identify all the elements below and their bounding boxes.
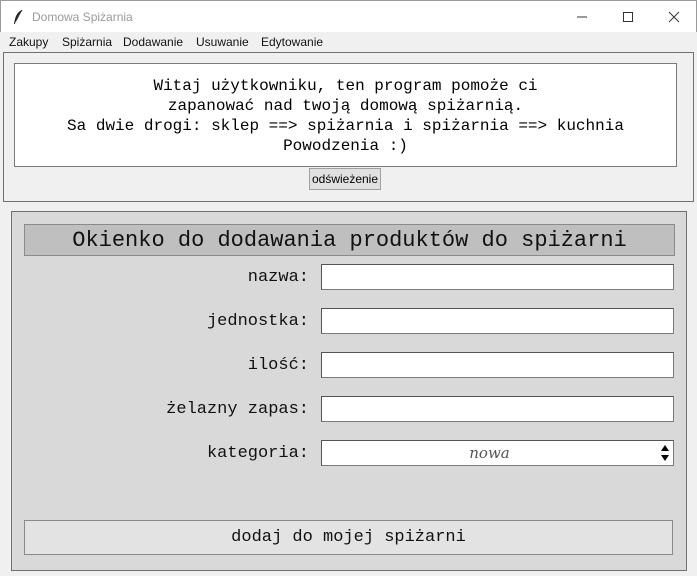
close-icon: [668, 11, 680, 22]
maximize-button[interactable]: [605, 1, 651, 32]
spin-arrows-icon[interactable]: [658, 442, 672, 464]
menu-spizarnia[interactable]: Spiżarnia: [62, 35, 112, 49]
add-to-pantry-button[interactable]: dodaj do mojej spiżarni: [24, 520, 673, 555]
unit-input[interactable]: [321, 308, 674, 334]
category-label: kategoria:: [206, 444, 309, 463]
close-button[interactable]: [651, 1, 697, 32]
category-value: nowa: [469, 444, 510, 462]
refresh-button[interactable]: odświeżenie: [309, 168, 381, 190]
unit-label: jednostka:: [206, 312, 309, 331]
welcome-line-3: Sa dwie drogi: sklep ==> spiżarnia i spi…: [67, 117, 624, 135]
welcome-line-2: zapanować nad twoją domową spiżarnią.: [167, 97, 524, 115]
welcome-frame: Witaj użytkowniku, ten program pomoże ci…: [3, 52, 694, 202]
title-bar: Domowa Spiżarnia: [0, 0, 697, 32]
welcome-line-1: Witaj użytkowniku, ten program pomoże ci: [153, 77, 538, 95]
reserve-label: żelazny zapas:: [166, 400, 309, 419]
menu-dodawanie[interactable]: Dodawanie: [123, 35, 183, 49]
maximize-icon: [623, 11, 633, 22]
category-spinbox[interactable]: nowa: [321, 440, 674, 466]
quantity-label: ilość:: [247, 356, 309, 375]
welcome-text-area[interactable]: Witaj użytkowniku, ten program pomoże ci…: [14, 63, 677, 167]
name-input[interactable]: [321, 264, 674, 290]
menu-edytowanie[interactable]: Edytowanie: [261, 35, 323, 49]
menu-usuwanie[interactable]: Usuwanie: [196, 35, 249, 49]
minimize-button[interactable]: [559, 1, 605, 32]
reserve-input[interactable]: [321, 396, 674, 422]
quantity-input[interactable]: [321, 352, 674, 378]
form-header: Okienko do dodawania produktów do spiżar…: [24, 224, 675, 256]
name-label: nazwa:: [247, 268, 309, 287]
window-title: Domowa Spiżarnia: [32, 10, 133, 24]
menu-zakupy[interactable]: Zakupy: [9, 35, 48, 49]
feather-icon: [12, 9, 24, 25]
minimize-icon: [577, 16, 587, 17]
welcome-line-4: Powodzenia :): [283, 137, 408, 155]
add-product-frame: Okienko do dodawania produktów do spiżar…: [11, 211, 687, 571]
menu-bar: Zakupy Spiżarnia Dodawanie Usuwanie Edyt…: [0, 32, 697, 52]
